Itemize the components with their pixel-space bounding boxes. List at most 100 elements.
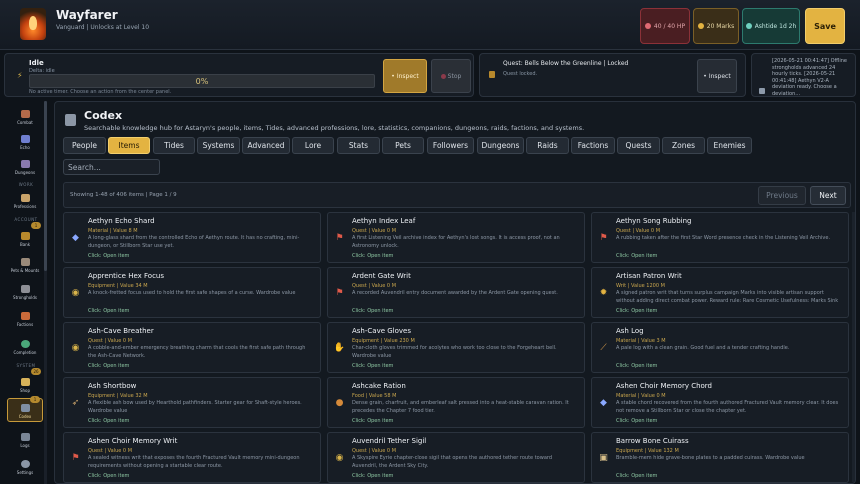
coin-icon [697,23,704,29]
item-card[interactable]: ◉ Apprentice Hex Focus Equipment | Value 3… [63,267,321,318]
tab-people[interactable]: People [63,137,106,154]
tab-zones[interactable]: Zones [662,137,705,154]
sidebar-item-settings[interactable]: Settings [7,453,43,477]
character-name: Wayfarer [56,8,118,22]
next-page-button[interactable]: Next [810,186,846,205]
inspect-icon: • [391,72,395,80]
tab-followers[interactable]: Followers [427,137,474,154]
sidebar-item-logs[interactable]: Logs [7,426,43,450]
sidebar-item-pets-mounts[interactable]: Pets & Mounts [7,251,43,275]
item-card[interactable]: ➶ Ash Shortbow Equipment | Value 32 MA fle… [63,377,321,428]
sidebar-item-completion[interactable]: Completion [7,333,43,357]
activity-panel: ⚡ Idle Delta: idle 0% No active timer. C… [4,53,474,97]
sidebar-item-label: Completion [13,350,37,355]
sidebar-item-strongholds[interactable]: Strongholds [7,278,43,302]
item-card[interactable]: ▣ Barrow Bone Cuirass Equipment | Value 13… [591,432,849,483]
item-card[interactable]: ✹ Artisan Patron Writ Writ | Value 1200 MA… [591,267,849,318]
inspect-quest-button[interactable]: • Inspect [697,59,737,93]
stop-label: Stop [447,72,462,80]
item-card[interactable]: ⚑ Ashen Choir Memory Writ Quest | Value 0 … [63,432,321,483]
progress-label: 0% [195,77,209,86]
sidebar-item-bank[interactable]: 1 Bank [7,222,43,249]
item-card[interactable]: ⚑ Aethyn Index Leaf Quest | Value 0 MA fir… [327,212,585,263]
log-text: [2026-05-21 00:41:47] Offline stronghold… [772,58,847,97]
previous-page-button[interactable]: Previous [758,186,806,205]
tab-tides[interactable]: Tides [153,137,195,154]
item-meta: Equipment | Value 32 M [88,393,148,399]
sidebar-item-label: Factions [16,322,34,327]
item-meta: Food | Value 58 M [352,393,397,399]
marks-stat[interactable]: 20 Marks [693,8,739,44]
sidebar-item-professions[interactable]: Professions [7,187,43,211]
log-panel: [2026-05-21 00:41:47] Offline stronghold… [751,53,856,97]
character-subtitle: Vanguard | Unlocks at Level 10 [56,24,150,31]
tab-raids[interactable]: Raids [526,137,569,154]
item-card[interactable]: ◉ Ash-Cave Breather Quest | Value 0 MA cob… [63,322,321,373]
gear-icon [20,460,30,468]
sidebar-item-label: Codex [18,414,32,419]
sidebar-item-echo[interactable]: Echo [7,128,43,152]
tab-dungeons[interactable]: Dungeons [477,137,524,154]
tab-systems[interactable]: Systems [197,137,240,154]
section-system: SYSTEM [16,363,36,368]
item-description: Char-cloth gloves trimmed for acolytes w… [352,345,557,359]
tab-advanced[interactable]: Advanced [242,137,290,154]
heart-icon [644,23,651,29]
open-item-hint: Click: Open item [88,418,130,424]
tab-factions[interactable]: Factions [571,137,615,154]
tab-lore[interactable]: Lore [292,137,334,154]
item-card[interactable]: ● Ashcake Ration Food | Value 58 M Dense gr… [327,377,585,428]
search-input[interactable] [63,159,160,175]
item-card[interactable]: ◆ Ashen Choir Memory Chord Material | Valu… [591,377,849,428]
open-item-hint: Click: Open item [88,253,130,259]
sidebar-item-label: Logs [20,443,30,448]
sidebar-scrollbar[interactable] [44,101,47,484]
item-description: A stable chord recovered from the fourth… [616,400,839,414]
open-item-hint: Click: Open item [352,253,394,259]
castle-icon [20,285,30,293]
pagination-bar: Showing 1-48 of 406 items | Page 1 / 9 P… [63,182,851,208]
item-description: A Skyspire Eyrie chapter-close sigil tha… [352,455,553,469]
echo-icon [20,135,30,143]
tab-stats[interactable]: Stats [337,137,380,154]
open-item-hint: Click: Open item [352,473,394,479]
activity-title: Idle [29,59,44,67]
sidebar-item-factions[interactable]: Factions [7,305,43,329]
item-card[interactable]: ✋ Ash-Cave Gloves Equipment | Value 230 MC… [327,322,585,373]
marks-value: 20 Marks [706,22,735,30]
item-card[interactable]: ◆ Aethyn Echo Shard Material | Value 8 MA … [63,212,321,263]
item-meta: Quest | Value 0 M [88,338,133,344]
tab-items[interactable]: Items [108,137,150,154]
inspect-activity-button[interactable]: • Inspect [383,59,427,93]
tab-quests[interactable]: Quests [617,137,660,154]
item-card[interactable]: ◉ Auvendril Tether Sigil Quest | Value 0 M… [327,432,585,483]
inspect-label: Inspect [396,72,419,80]
item-card[interactable]: ⚑ Ardent Gate Writ Quest | Value 0 MA reco… [327,267,585,318]
sidebar-item-codex[interactable]: 1 Codex [7,396,43,422]
item-description: A cobble-and-ember emergency breathing c… [88,345,306,359]
tab-pets[interactable]: Pets [382,137,424,154]
glove-icon: ✋ [333,342,346,353]
main-scrollbar[interactable] [852,212,855,482]
save-button[interactable]: Save [805,8,845,44]
item-meta: Quest | Value 0 M [352,283,397,289]
sidebar-item-label: Combat [17,120,33,125]
item-title: Ashen Choir Memory Chord [616,382,712,390]
item-card[interactable]: ⟋ Ash Log Material | Value 3 MA pale log w… [591,322,849,373]
stop-button[interactable]: Stop [431,59,471,93]
item-title: Barrow Bone Cuirass [616,437,689,445]
hp-value: 40 / 40 HP [653,22,686,30]
tab-enemies[interactable]: Enemies [707,137,752,154]
hp-stat[interactable]: 40 / 40 HP [640,8,690,44]
amulet-icon: ◉ [71,287,80,298]
sidebar-scroll-thumb[interactable] [44,101,47,271]
item-meta: Material | Value 0 M [616,393,666,399]
item-title: Ashen Choir Memory Writ [88,437,178,445]
sidebar-item-combat[interactable]: Combat [7,103,43,127]
item-card[interactable]: ⚑ Aethyn Song Rubbing Quest | Value 0 MA r… [591,212,849,263]
time-stat[interactable]: Ashtide 1d 2h [742,8,800,44]
sidebar-item-shop[interactable]: 26 Shop [7,368,43,395]
sidebar-item-dungeons[interactable]: Dungeons [7,153,43,177]
time-value: Ashtide 1d 2h [754,22,797,30]
item-description: A long-glass shard from the controlled E… [88,235,300,249]
